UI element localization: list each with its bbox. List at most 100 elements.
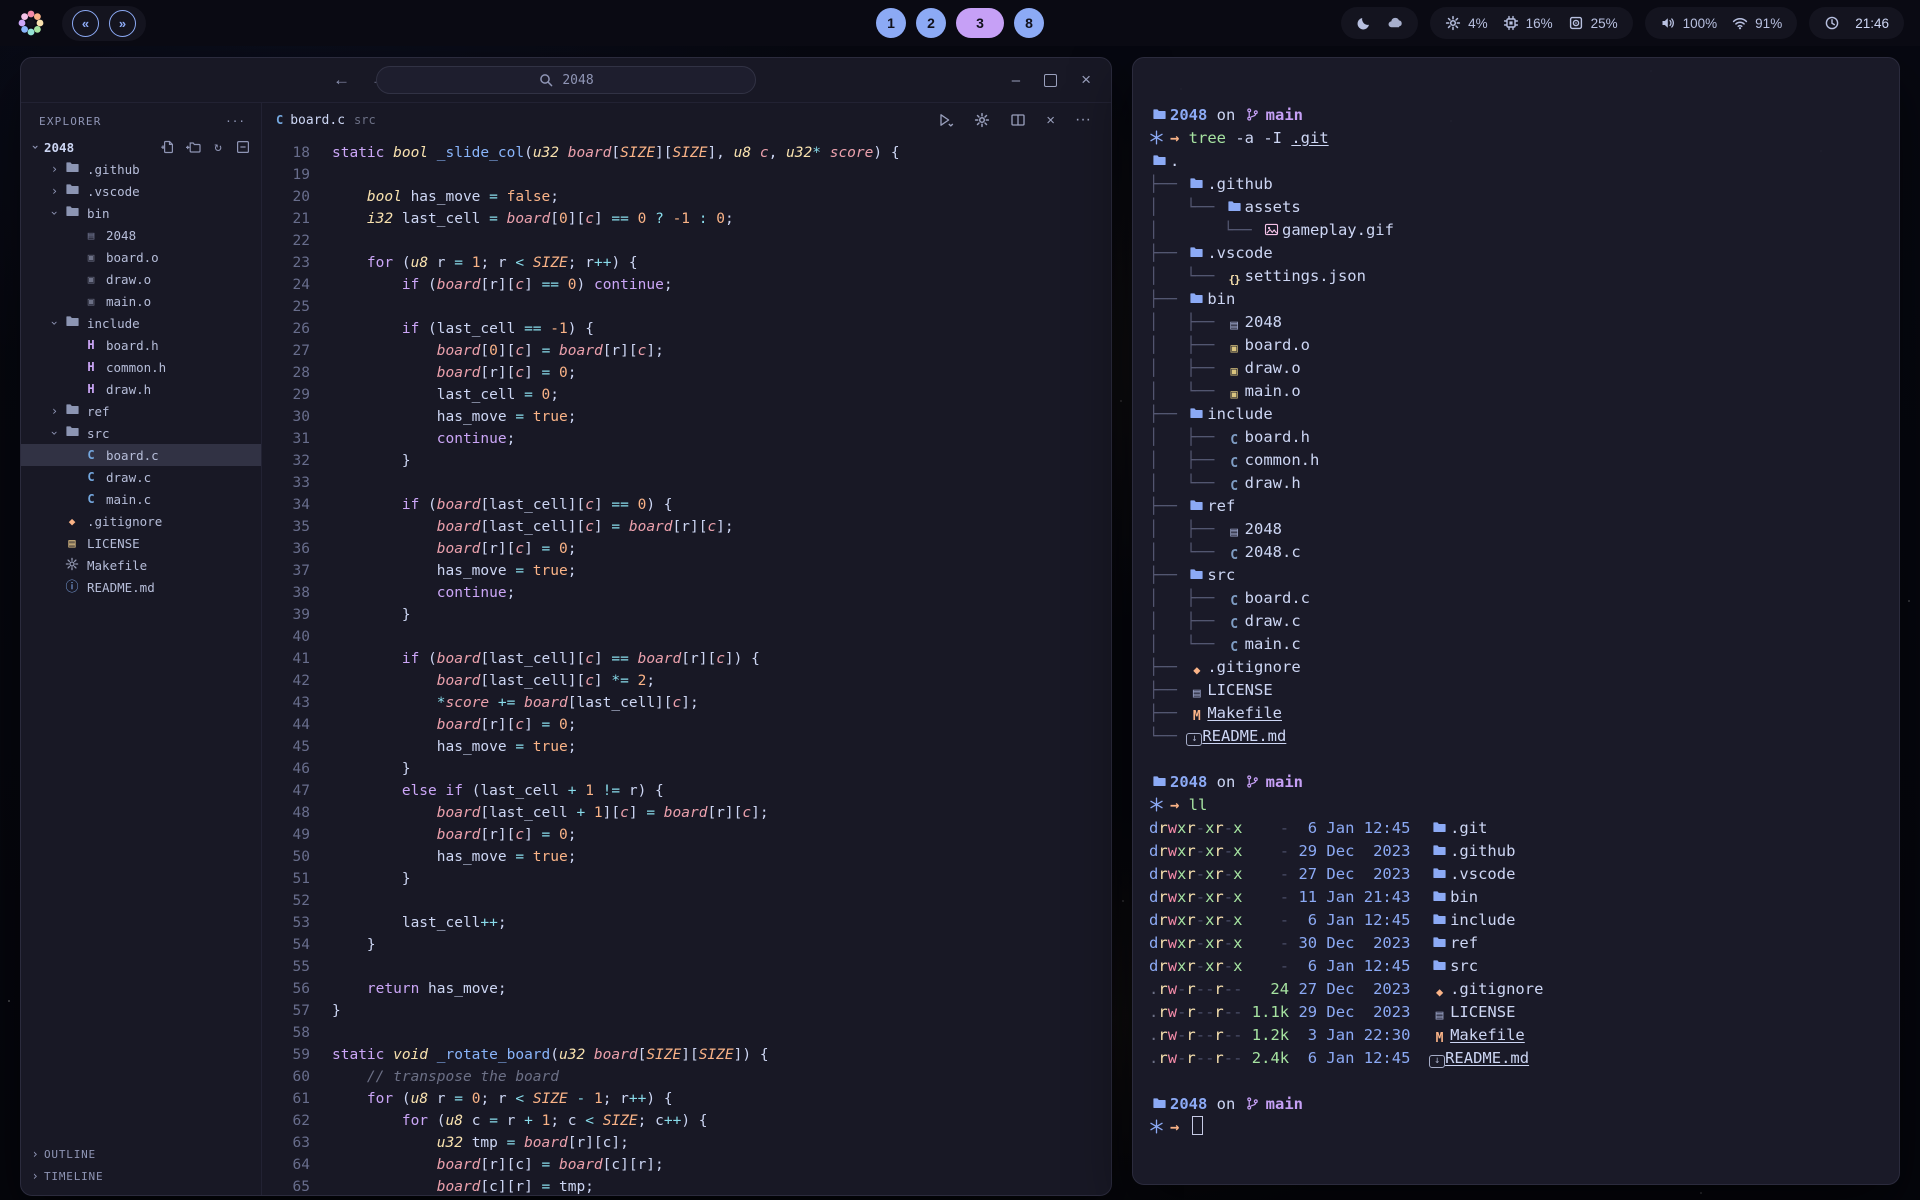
code-line[interactable]: 46 } xyxy=(262,758,1111,780)
nav-back-button[interactable]: ← xyxy=(333,58,350,102)
code-editor[interactable]: 18static bool _slide_col(u32 board[SIZE]… xyxy=(262,137,1111,1195)
code-line[interactable]: 32 } xyxy=(262,450,1111,472)
code-line[interactable]: 56 return has_move; xyxy=(262,978,1111,1000)
code-line[interactable]: 59static void _rotate_board(u32 board[SI… xyxy=(262,1044,1111,1066)
code-line[interactable]: 50 has_move = true; xyxy=(262,846,1111,868)
terminal-window[interactable]: 2048 on main→ tree -a -I .git.├── .githu… xyxy=(1132,57,1900,1185)
editor-more-actions-button[interactable]: ··· xyxy=(1075,111,1091,129)
code-line[interactable]: 27 board[0][c] = board[r][c]; xyxy=(262,340,1111,362)
workspace-2[interactable]: 2 xyxy=(916,8,946,38)
code-line[interactable]: 25 xyxy=(262,296,1111,318)
explorer-item-bin[interactable]: ›bin xyxy=(21,202,261,224)
code-line[interactable]: 39 } xyxy=(262,604,1111,626)
explorer-item-common.h[interactable]: Hcommon.h xyxy=(21,356,261,378)
code-line[interactable]: 64 board[r][c] = board[c][r]; xyxy=(262,1154,1111,1176)
code-line[interactable]: 36 board[r][c] = 0; xyxy=(262,538,1111,560)
code-line[interactable]: 19 xyxy=(262,164,1111,186)
code-line[interactable]: 33 xyxy=(262,472,1111,494)
explorer-item-board.h[interactable]: Hboard.h xyxy=(21,334,261,356)
new-file-button[interactable] xyxy=(160,139,176,155)
explorer-item-.gitignore[interactable]: ◆.gitignore xyxy=(21,510,261,532)
media-next-button[interactable]: » xyxy=(109,10,136,37)
workspace-3[interactable]: 3 xyxy=(956,8,1004,38)
audio-network-widget[interactable]: 100% 91% xyxy=(1645,7,1798,39)
code-line[interactable]: 61 for (u8 r = 0; r < SIZE - 1; r++) { xyxy=(262,1088,1111,1110)
code-line[interactable]: 21 i32 last_cell = board[0][c] == 0 ? -1… xyxy=(262,208,1111,230)
code-line[interactable]: 20 bool has_move = false; xyxy=(262,186,1111,208)
code-line[interactable]: 57} xyxy=(262,1000,1111,1022)
code-line[interactable]: 49 board[r][c] = 0; xyxy=(262,824,1111,846)
close-button[interactable]: × xyxy=(1081,70,1091,90)
code-line[interactable]: 58 xyxy=(262,1022,1111,1044)
code-line[interactable]: 31 continue; xyxy=(262,428,1111,450)
code-line[interactable]: 42 board[last_cell][c] *= 2; xyxy=(262,670,1111,692)
collapse-all-button[interactable] xyxy=(235,139,251,155)
new-folder-button[interactable] xyxy=(185,139,201,155)
clock-widget[interactable]: 21:46 xyxy=(1809,7,1904,39)
explorer-item-draw.h[interactable]: Hdraw.h xyxy=(21,378,261,400)
launcher-logo-icon[interactable] xyxy=(16,8,46,38)
code-line[interactable]: 63 u32 tmp = board[r][c]; xyxy=(262,1132,1111,1154)
weather-widget[interactable] xyxy=(1341,7,1418,39)
code-line[interactable]: 60 // transpose the board xyxy=(262,1066,1111,1088)
code-line[interactable]: 45 has_move = true; xyxy=(262,736,1111,758)
code-line[interactable]: 24 if (board[r][c] == 0) continue; xyxy=(262,274,1111,296)
split-editor-button[interactable] xyxy=(1010,112,1026,128)
explorer-item-board.c[interactable]: Cboard.c xyxy=(21,444,261,466)
workspace-1[interactable]: 1 xyxy=(876,8,906,38)
code-line[interactable]: 62 for (u8 c = r + 1; c < SIZE; c++) { xyxy=(262,1110,1111,1132)
explorer-item-README.md[interactable]: ⓘREADME.md xyxy=(21,576,261,598)
code-line[interactable]: 29 last_cell = 0; xyxy=(262,384,1111,406)
run-file-button[interactable] xyxy=(938,112,954,128)
explorer-item-main.o[interactable]: ▣main.o xyxy=(21,290,261,312)
code-line[interactable]: 18static bool _slide_col(u32 board[SIZE]… xyxy=(262,142,1111,164)
explorer-item-LICENSE[interactable]: ▤LICENSE xyxy=(21,532,261,554)
code-line[interactable]: 52 xyxy=(262,890,1111,912)
workspace-8[interactable]: 8 xyxy=(1014,8,1044,38)
explorer-item-draw.o[interactable]: ▣draw.o xyxy=(21,268,261,290)
code-line[interactable]: 35 board[last_cell][c] = board[r][c]; xyxy=(262,516,1111,538)
explorer-item-Makefile[interactable]: Makefile xyxy=(21,554,261,576)
code-line[interactable]: 40 xyxy=(262,626,1111,648)
explorer-item-.github[interactable]: ›.github xyxy=(21,158,261,180)
system-stats-widget[interactable]: 4% 16% 25% xyxy=(1430,7,1633,39)
close-editor-button[interactable]: × xyxy=(1046,112,1055,129)
explorer-more-button[interactable]: ··· xyxy=(225,115,245,128)
code-line[interactable]: 41 if (board[last_cell][c] == board[r][c… xyxy=(262,648,1111,670)
explorer-item-ref[interactable]: ›ref xyxy=(21,400,261,422)
code-line[interactable]: 44 board[r][c] = 0; xyxy=(262,714,1111,736)
code-line[interactable]: 28 board[r][c] = 0; xyxy=(262,362,1111,384)
maximize-button[interactable] xyxy=(1044,74,1057,87)
outline-section[interactable]: ›OUTLINE xyxy=(21,1143,261,1165)
explorer-item-board.o[interactable]: ▣board.o xyxy=(21,246,261,268)
code-line[interactable]: 55 xyxy=(262,956,1111,978)
explorer-item-src[interactable]: ›src xyxy=(21,422,261,444)
code-line[interactable]: 47 else if (last_cell + 1 != r) { xyxy=(262,780,1111,802)
code-line[interactable]: 22 xyxy=(262,230,1111,252)
tab-board-c[interactable]: C board.c src xyxy=(276,113,376,128)
minimize-button[interactable]: – xyxy=(1012,72,1020,89)
media-previous-button[interactable]: « xyxy=(72,10,99,37)
explorer-item-2048[interactable]: ›2048↻ xyxy=(21,136,261,158)
code-line[interactable]: 51 } xyxy=(262,868,1111,890)
code-line[interactable]: 65 board[c][r] = tmp; xyxy=(262,1176,1111,1195)
code-line[interactable]: 48 board[last_cell + 1][c] = board[r][c]… xyxy=(262,802,1111,824)
refresh-button[interactable]: ↻ xyxy=(210,139,226,155)
code-line[interactable]: 37 has_move = true; xyxy=(262,560,1111,582)
explorer-item-include[interactable]: ›include xyxy=(21,312,261,334)
code-line[interactable]: 23 for (u8 r = 1; r < SIZE; r++) { xyxy=(262,252,1111,274)
code-line[interactable]: 43 *score += board[last_cell][c]; xyxy=(262,692,1111,714)
explorer-item-draw.c[interactable]: Cdraw.c xyxy=(21,466,261,488)
explorer-item-2048[interactable]: ▤2048 xyxy=(21,224,261,246)
explorer-item-.vscode[interactable]: ›.vscode xyxy=(21,180,261,202)
explorer-item-main.c[interactable]: Cmain.c xyxy=(21,488,261,510)
command-center-search[interactable]: 2048 xyxy=(376,66,756,94)
code-line[interactable]: 26 if (last_cell == -1) { xyxy=(262,318,1111,340)
timeline-section[interactable]: ›TIMELINE xyxy=(21,1165,261,1187)
code-line[interactable]: 53 last_cell++; xyxy=(262,912,1111,934)
editor-settings-gear-icon[interactable] xyxy=(974,112,990,128)
code-line[interactable]: 34 if (board[last_cell][c] == 0) { xyxy=(262,494,1111,516)
code-line[interactable]: 30 has_move = true; xyxy=(262,406,1111,428)
code-line[interactable]: 54 } xyxy=(262,934,1111,956)
code-line[interactable]: 38 continue; xyxy=(262,582,1111,604)
